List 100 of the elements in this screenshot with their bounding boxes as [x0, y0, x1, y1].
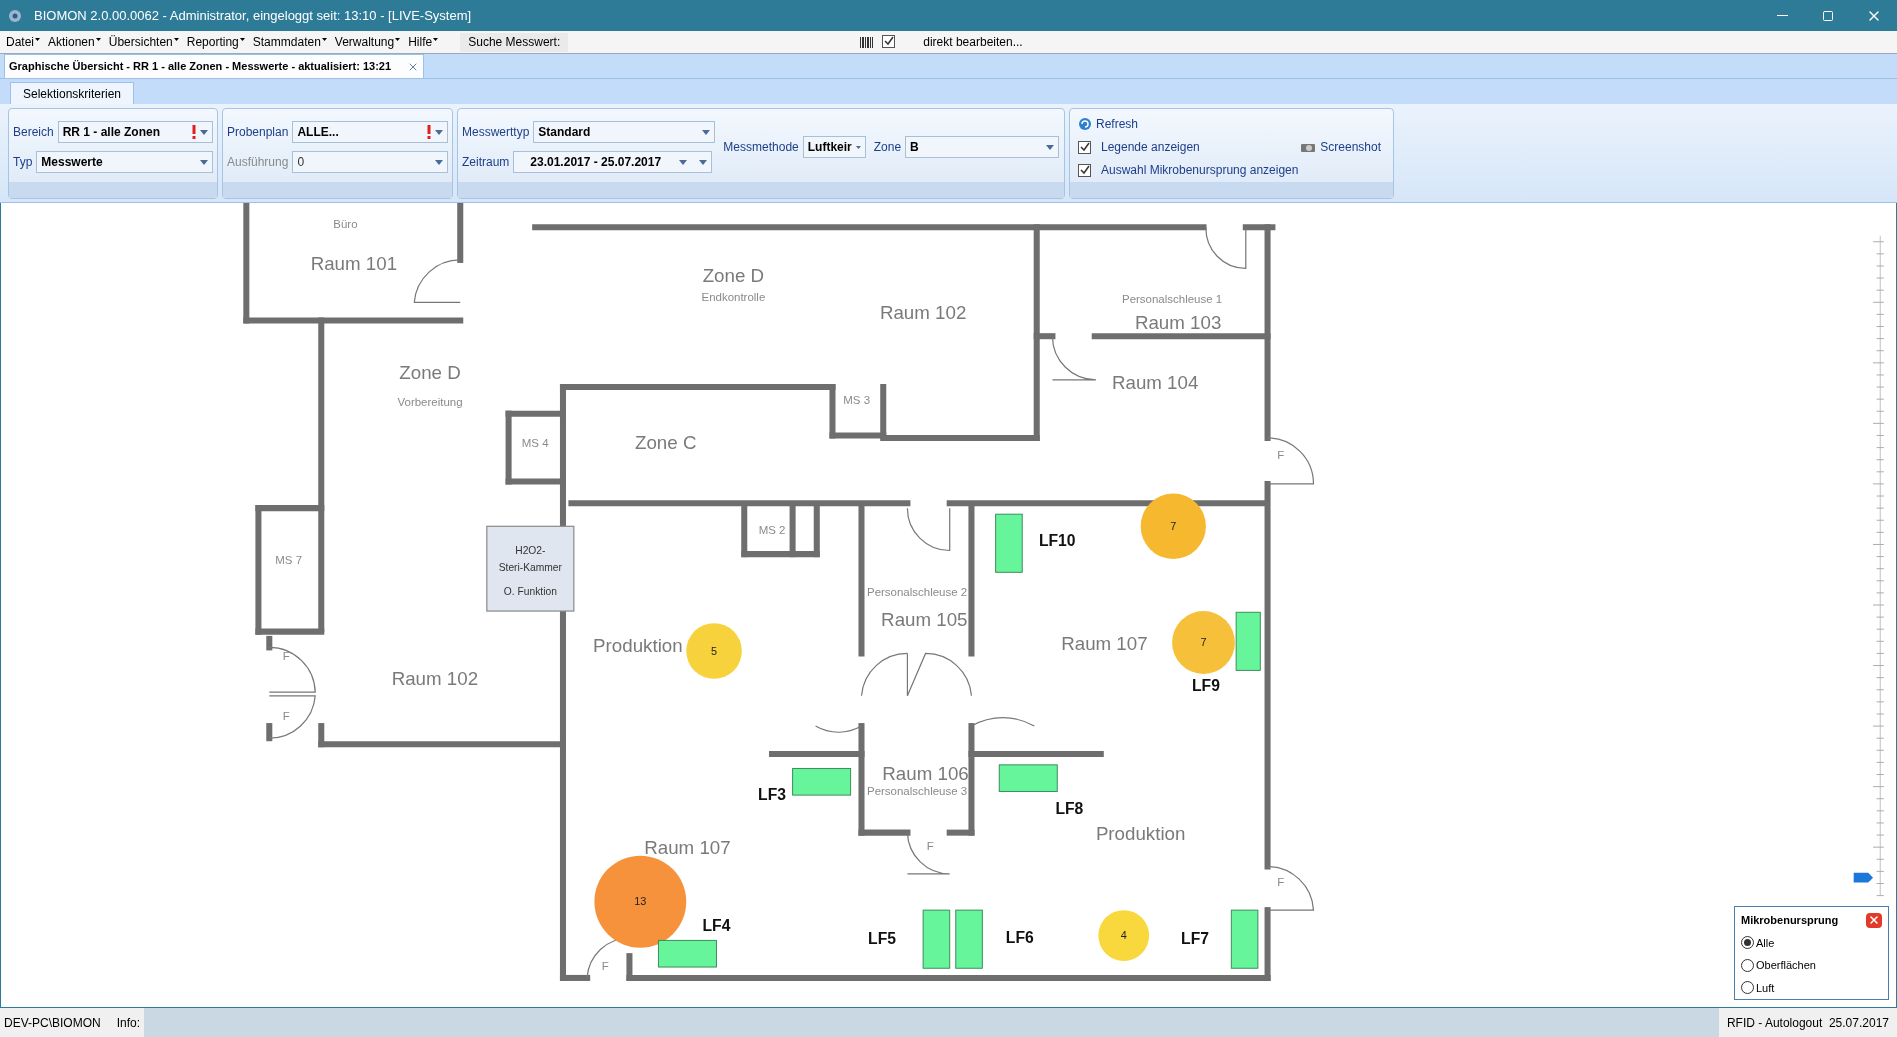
- status-info-label: Info:: [116, 1008, 145, 1037]
- field-value: Standard: [538, 124, 592, 141]
- field-label: Messmethode: [723, 139, 799, 156]
- checkbox[interactable]: [882, 34, 896, 48]
- dropdown-field[interactable]: ALLE...: [292, 121, 448, 143]
- window-title: BIOMON 2.0.00.0062 - Administrator, eingeloggt seit: 13:10 - [LIVE-System]: [34, 6, 473, 25]
- sensor-label: LF4: [702, 916, 731, 934]
- field-label: Probenplan: [227, 124, 289, 141]
- dropdown-field[interactable]: Messwerte: [36, 151, 213, 173]
- screenshot-button[interactable]: Screenshot: [1300, 138, 1381, 156]
- dropdown-field[interactable]: Luftkeir: [802, 136, 866, 158]
- sensor-label: LF6: [1005, 928, 1034, 946]
- dropdown-field[interactable]: 23.01.2017 - 25.07.2017: [513, 151, 713, 173]
- plan-label: F: [282, 649, 290, 662]
- room-label: Zone C: [635, 432, 697, 454]
- field-value: 0: [297, 154, 306, 171]
- measurement-marker[interactable]: [686, 623, 742, 679]
- barcode-icon[interactable]: [860, 35, 875, 49]
- sensor-box[interactable]: [998, 764, 1058, 792]
- caret-icon: [173, 38, 179, 41]
- sensor-label: LF10: [1038, 531, 1076, 549]
- plan-label: F: [282, 710, 290, 723]
- count-label: 4: [1120, 929, 1127, 942]
- sub-tab[interactable]: Selektionskriterien: [10, 82, 135, 104]
- menu-item[interactable]: Stammdaten: [252, 33, 327, 51]
- minimize-icon: [1776, 15, 1788, 16]
- room-label: Zone D: [702, 265, 765, 287]
- caret-icon: [435, 129, 443, 135]
- room-label: Raum 101: [310, 253, 398, 275]
- sensor-box[interactable]: [955, 909, 983, 969]
- menu-item[interactable]: Reporting: [186, 33, 245, 51]
- chamber-label: O. Funktion: [503, 586, 557, 598]
- close-icon: [1868, 914, 1880, 927]
- room-label: Raum 102: [879, 301, 967, 323]
- checkbox[interactable]: [1078, 140, 1091, 154]
- plan-label: MS 2: [758, 523, 786, 536]
- zoom-slider-thumb[interactable]: [1853, 872, 1874, 883]
- sensor-box[interactable]: [995, 513, 1023, 573]
- radio-option[interactable]: Alle: [1741, 934, 1882, 951]
- direct-edit-label[interactable]: direkt bearbeiten...: [923, 33, 1023, 51]
- sensor-box[interactable]: [792, 767, 852, 796]
- sensor-box[interactable]: [657, 939, 717, 968]
- plan-label: Personalschleuse 2: [867, 585, 968, 598]
- room-label: Raum 107: [1061, 633, 1148, 655]
- measurement-marker[interactable]: [1140, 493, 1206, 559]
- field-label: Ausführung: [227, 154, 289, 171]
- caret-icon: [200, 129, 208, 135]
- caret-icon: [200, 159, 208, 165]
- dropdown-field[interactable]: Standard: [533, 121, 716, 143]
- measurement-marker[interactable]: [1172, 611, 1235, 674]
- menu-item[interactable]: Datei: [6, 33, 40, 51]
- sensor-box[interactable]: [1235, 611, 1261, 671]
- caret-icon: [855, 144, 861, 150]
- app-icon: [8, 8, 22, 23]
- caret-icon: [433, 38, 439, 41]
- caret-icon: [239, 38, 245, 41]
- sensor-label: LF9: [1191, 676, 1220, 694]
- option-label[interactable]: Legende anzeigen: [1101, 138, 1200, 156]
- refresh-button[interactable]: Refresh: [1078, 115, 1389, 133]
- radio-label: Oberflächen: [1756, 958, 1816, 973]
- close-button[interactable]: [1866, 912, 1882, 928]
- status-right: RFID - Autologout 25.07.2017: [1718, 1008, 1897, 1037]
- sensor-label: LF8: [1055, 800, 1084, 818]
- caret-icon: [699, 159, 708, 165]
- field-value: Messwerte: [41, 154, 104, 171]
- sensor-box[interactable]: [1230, 909, 1259, 969]
- sensor-box[interactable]: [922, 909, 951, 969]
- chamber-label: H2O2-: [515, 545, 546, 557]
- checkmark-icon: [883, 36, 894, 46]
- room-label: Raum 107: [644, 836, 731, 858]
- menu-item[interactable]: Aktionen: [48, 33, 101, 51]
- room-label: Produktion: [593, 634, 683, 656]
- radio-option[interactable]: Luft: [1741, 979, 1882, 996]
- document-tab[interactable]: Graphische Übersicht - RR 1 - alle Zonen - Messwerte - aktualisiert: 13:21: [4, 54, 425, 78]
- plan-label: Personalschleuse 3: [867, 785, 968, 798]
- radio-label: Alle: [1756, 935, 1775, 951]
- plan-label: Endkontrolle: [701, 291, 766, 304]
- document-tab-title: Graphische Übersicht - RR 1 - alle Zonen - Messwerte - aktualisiert: 13:21: [9, 59, 392, 75]
- room-label: Zone D: [399, 362, 461, 384]
- menu-item[interactable]: Verwaltung: [334, 33, 401, 51]
- panel-title: Mikrobenursprung: [1741, 913, 1839, 928]
- caret-icon: [35, 38, 40, 41]
- menu-item[interactable]: Hilfe: [408, 33, 439, 51]
- measurement-marker[interactable]: [594, 855, 687, 948]
- dropdown-field[interactable]: RR 1 - alle Zonen: [57, 121, 213, 143]
- plan-label: MS 7: [275, 554, 303, 567]
- measurement-marker[interactable]: [1098, 910, 1150, 961]
- room-label: Raum 105: [881, 609, 968, 631]
- maximize-icon: [1822, 9, 1834, 22]
- menu-item[interactable]: Übersichten: [108, 33, 179, 51]
- dropdown-field[interactable]: B: [905, 136, 1060, 158]
- radio-label: Luft: [1756, 980, 1775, 996]
- plan-label: Personalschleuse 1: [1122, 292, 1223, 305]
- sensor-label: LF3: [758, 785, 786, 803]
- count-label: 13: [634, 895, 647, 908]
- room-label: Produktion: [1095, 823, 1186, 845]
- search-label: Suche Messwert:: [460, 32, 569, 52]
- option-label[interactable]: Auswahl Mikrobenursprung anzeigen: [1101, 161, 1299, 179]
- radio-option[interactable]: Oberflächen: [1741, 957, 1882, 974]
- checkbox[interactable]: [1078, 163, 1091, 177]
